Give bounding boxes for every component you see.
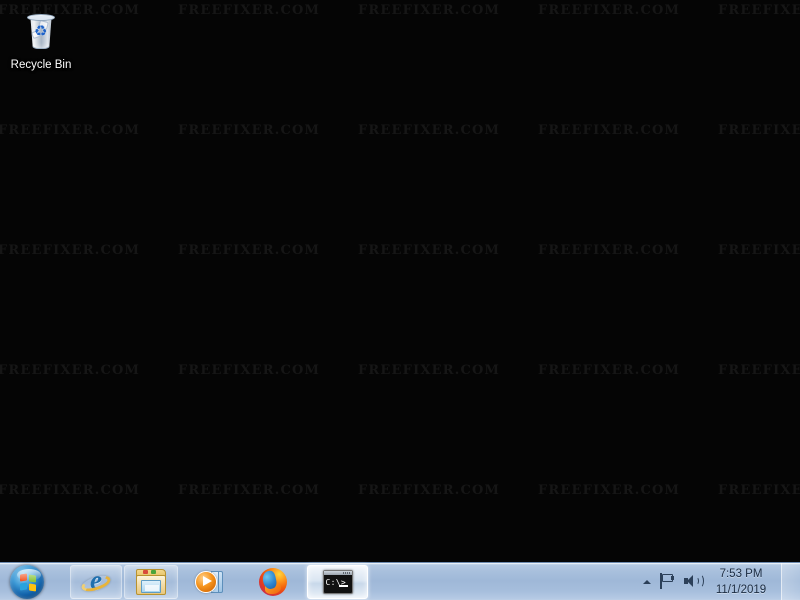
taskbar-button-internet-explorer[interactable]: e [70, 565, 122, 599]
internet-explorer-icon: e [79, 566, 113, 596]
show-desktop-button[interactable] [781, 563, 800, 600]
speaker-icon[interactable] [684, 573, 704, 590]
recycle-bin-icon: ♻ [17, 8, 65, 56]
taskbar-button-windows-explorer[interactable] [124, 565, 178, 599]
desktop-screen: FREEFIXER.COM FREEFIXER.COM FREEFIXER.COM F… [0, 0, 800, 600]
clock-date: 11/1/2019 [715, 584, 767, 596]
taskbar-button-media-player[interactable] [182, 565, 236, 599]
windows-start-orb-icon [10, 565, 44, 599]
desktop-icon-recycle-bin[interactable]: ♻ Recycle Bin [2, 8, 80, 72]
desktop-icon-area[interactable]: ♻ Recycle Bin [0, 0, 800, 556]
taskbar-button-firefox[interactable] [246, 565, 300, 599]
taskbar-button-command-prompt[interactable]: C:\> [307, 565, 368, 599]
start-button[interactable] [8, 564, 46, 600]
media-player-icon [195, 570, 223, 594]
folder-explorer-icon [136, 569, 166, 595]
command-prompt-icon: C:\> [322, 570, 353, 594]
clock-time: 7:53 PM [719, 568, 763, 580]
chevron-up-icon[interactable] [640, 576, 654, 588]
flag-icon[interactable] [659, 573, 676, 590]
system-tray[interactable]: 7:53 PM 11/1/2019 [640, 563, 800, 600]
desktop-icon-label: Recycle Bin [10, 59, 72, 71]
firefox-icon [259, 568, 287, 596]
taskbar[interactable]: e C:\> 7:53 PM 11/1/2019 [0, 562, 800, 600]
clock[interactable]: 7:53 PM 11/1/2019 [708, 566, 774, 598]
